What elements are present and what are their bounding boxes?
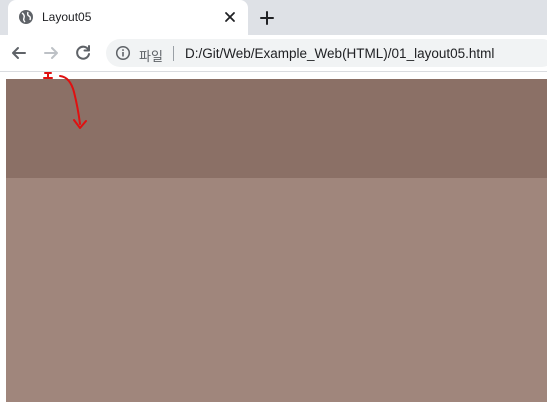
tab-title: Layout05 <box>42 10 92 24</box>
tab-strip: Layout05 <box>0 0 547 35</box>
origin-label: 파일 <box>139 50 163 65</box>
arrow-right-icon[interactable] <box>41 43 61 63</box>
url-text[interactable]: D:/Git/Web/Example_Web(HTML)/01_layout05… <box>185 46 494 61</box>
plus-icon[interactable] <box>258 9 276 27</box>
close-icon[interactable] <box>222 9 238 25</box>
address-bar[interactable]: 파일 D:/Git/Web/Example_Web(HTML)/01_layou… <box>106 39 547 67</box>
browser-tab[interactable]: Layout05 <box>8 0 248 35</box>
page-viewport <box>0 72 547 402</box>
browser-toolbar: 파일 D:/Git/Web/Example_Web(HTML)/01_layou… <box>0 35 547 71</box>
content-block <box>6 178 547 402</box>
arrow-left-icon[interactable] <box>9 43 29 63</box>
address-separator <box>173 46 174 61</box>
globe-icon <box>19 10 33 24</box>
annotation-arrow-icon <box>43 72 87 129</box>
reload-icon[interactable] <box>73 43 93 63</box>
info-icon[interactable] <box>115 45 131 61</box>
